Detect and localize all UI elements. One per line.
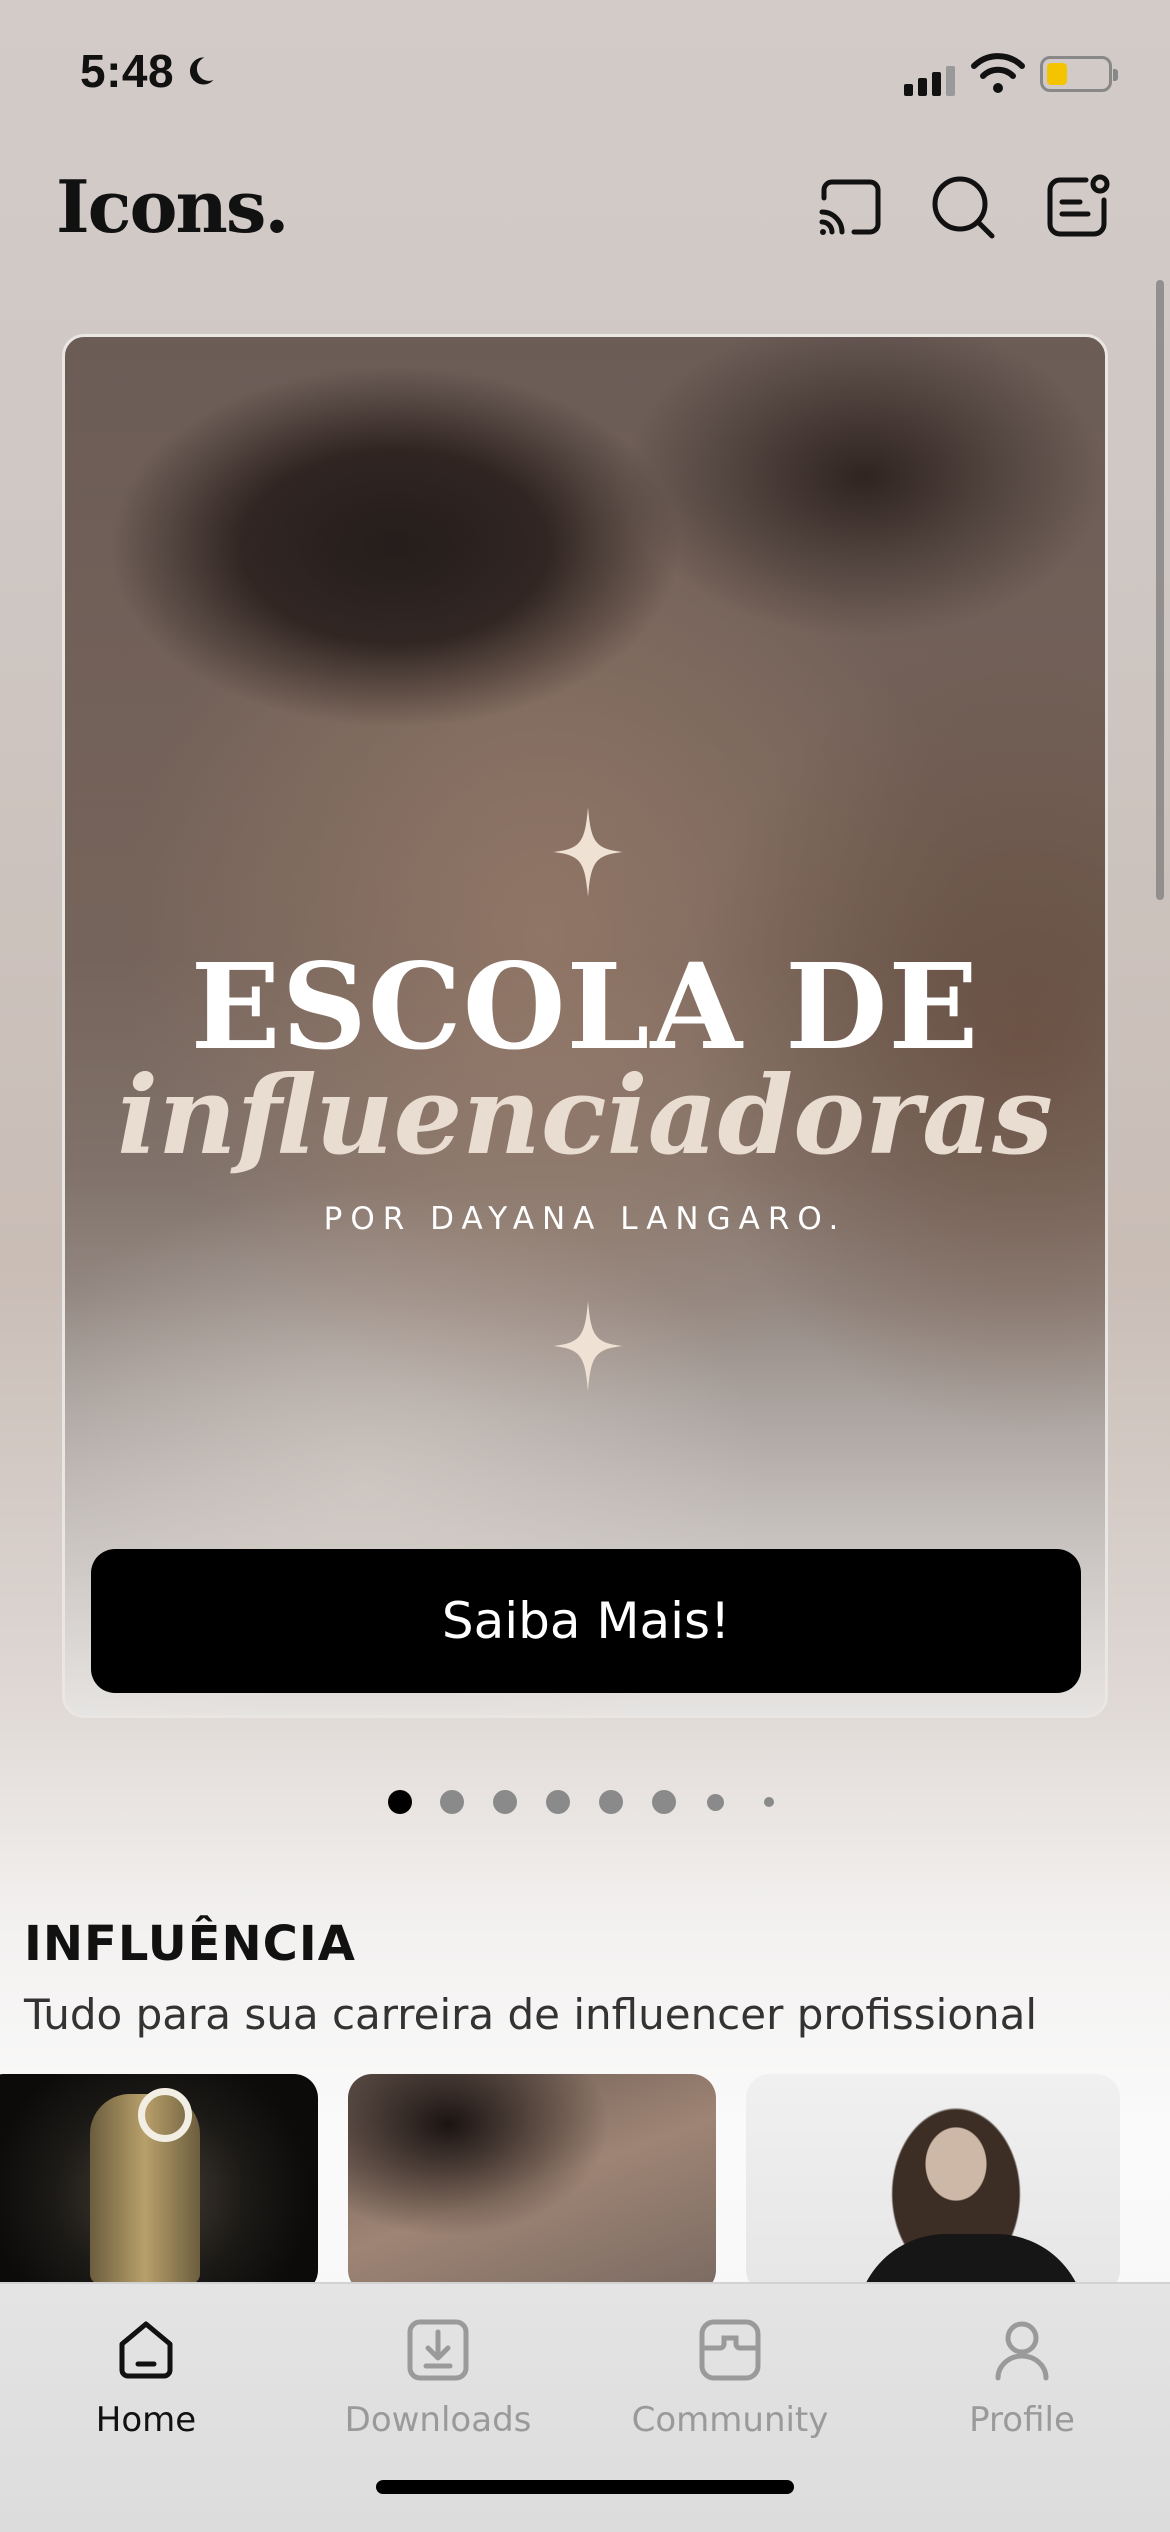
- status-bar: 5:48: [0, 0, 1170, 150]
- battery-level: [1047, 63, 1067, 85]
- download-icon: [407, 2319, 469, 2381]
- cast-icon[interactable]: [814, 172, 884, 242]
- pagination-dot[interactable]: [546, 1790, 570, 1814]
- tab-label: Downloads: [344, 2400, 532, 2440]
- search-icon[interactable]: [928, 172, 998, 242]
- tab-label: Home: [95, 2400, 197, 2440]
- pagination-dot[interactable]: [707, 1794, 724, 1811]
- tab-home[interactable]: Home: [0, 2300, 292, 2470]
- course-card-thumbnail[interactable]: [348, 2074, 716, 2284]
- pagination-dot-active[interactable]: [388, 1790, 412, 1814]
- hero-byline: POR DAYANA LANGARO.: [323, 1201, 847, 1237]
- pagination-dot[interactable]: [440, 1790, 464, 1814]
- status-time: 5:48: [80, 44, 218, 98]
- home-icon: [119, 2321, 173, 2379]
- tab-bar: Home Downloads Community Profile: [0, 2282, 1170, 2532]
- course-card-thumbnail[interactable]: [0, 2074, 318, 2284]
- pagination-dot[interactable]: [764, 1797, 774, 1807]
- app-header: Icons.: [0, 150, 1170, 270]
- tab-label: Community: [631, 2400, 829, 2440]
- course-carousel[interactable]: [0, 2074, 1170, 2284]
- course-card-thumbnail[interactable]: [746, 2074, 1120, 2284]
- ring-light-image: [138, 2088, 192, 2142]
- tab-label: Profile: [969, 2400, 1075, 2440]
- wifi-icon: [971, 53, 1025, 93]
- tab-community[interactable]: Community: [584, 2300, 876, 2470]
- sparkle-icon: [553, 1301, 623, 1391]
- chat-icon[interactable]: [1042, 172, 1112, 242]
- profile-icon: [995, 2321, 1049, 2381]
- pagination-dot[interactable]: [493, 1790, 517, 1814]
- pagination-dot[interactable]: [599, 1790, 623, 1814]
- community-icon: [699, 2319, 761, 2381]
- moon-icon: [190, 57, 214, 85]
- sparkle-icon: [553, 807, 623, 897]
- tab-downloads[interactable]: Downloads: [292, 2300, 584, 2470]
- scroll-indicator[interactable]: [1156, 280, 1164, 900]
- pagination-dot[interactable]: [652, 1790, 676, 1814]
- saiba-mais-button[interactable]: Saiba Mais!: [91, 1549, 1081, 1693]
- app-logo[interactable]: Icons.: [56, 164, 289, 249]
- home-indicator[interactable]: [376, 2480, 794, 2494]
- section-subtitle: Tudo para sua carreira de influencer pro…: [24, 1990, 1038, 2039]
- carousel-pagination[interactable]: [0, 1788, 1170, 1816]
- hero-script-title: influenciadoras: [117, 1053, 1053, 1179]
- tab-profile[interactable]: Profile: [876, 2300, 1168, 2470]
- section-title: INFLUÊNCIA: [24, 1916, 356, 1972]
- hero-banner[interactable]: ESCOLA DE influenciadoras POR DAYANA LAN…: [62, 334, 1108, 1718]
- clock-text: 5:48: [80, 45, 175, 97]
- battery-icon: [1040, 56, 1118, 92]
- cellular-signal-icon: [904, 56, 955, 96]
